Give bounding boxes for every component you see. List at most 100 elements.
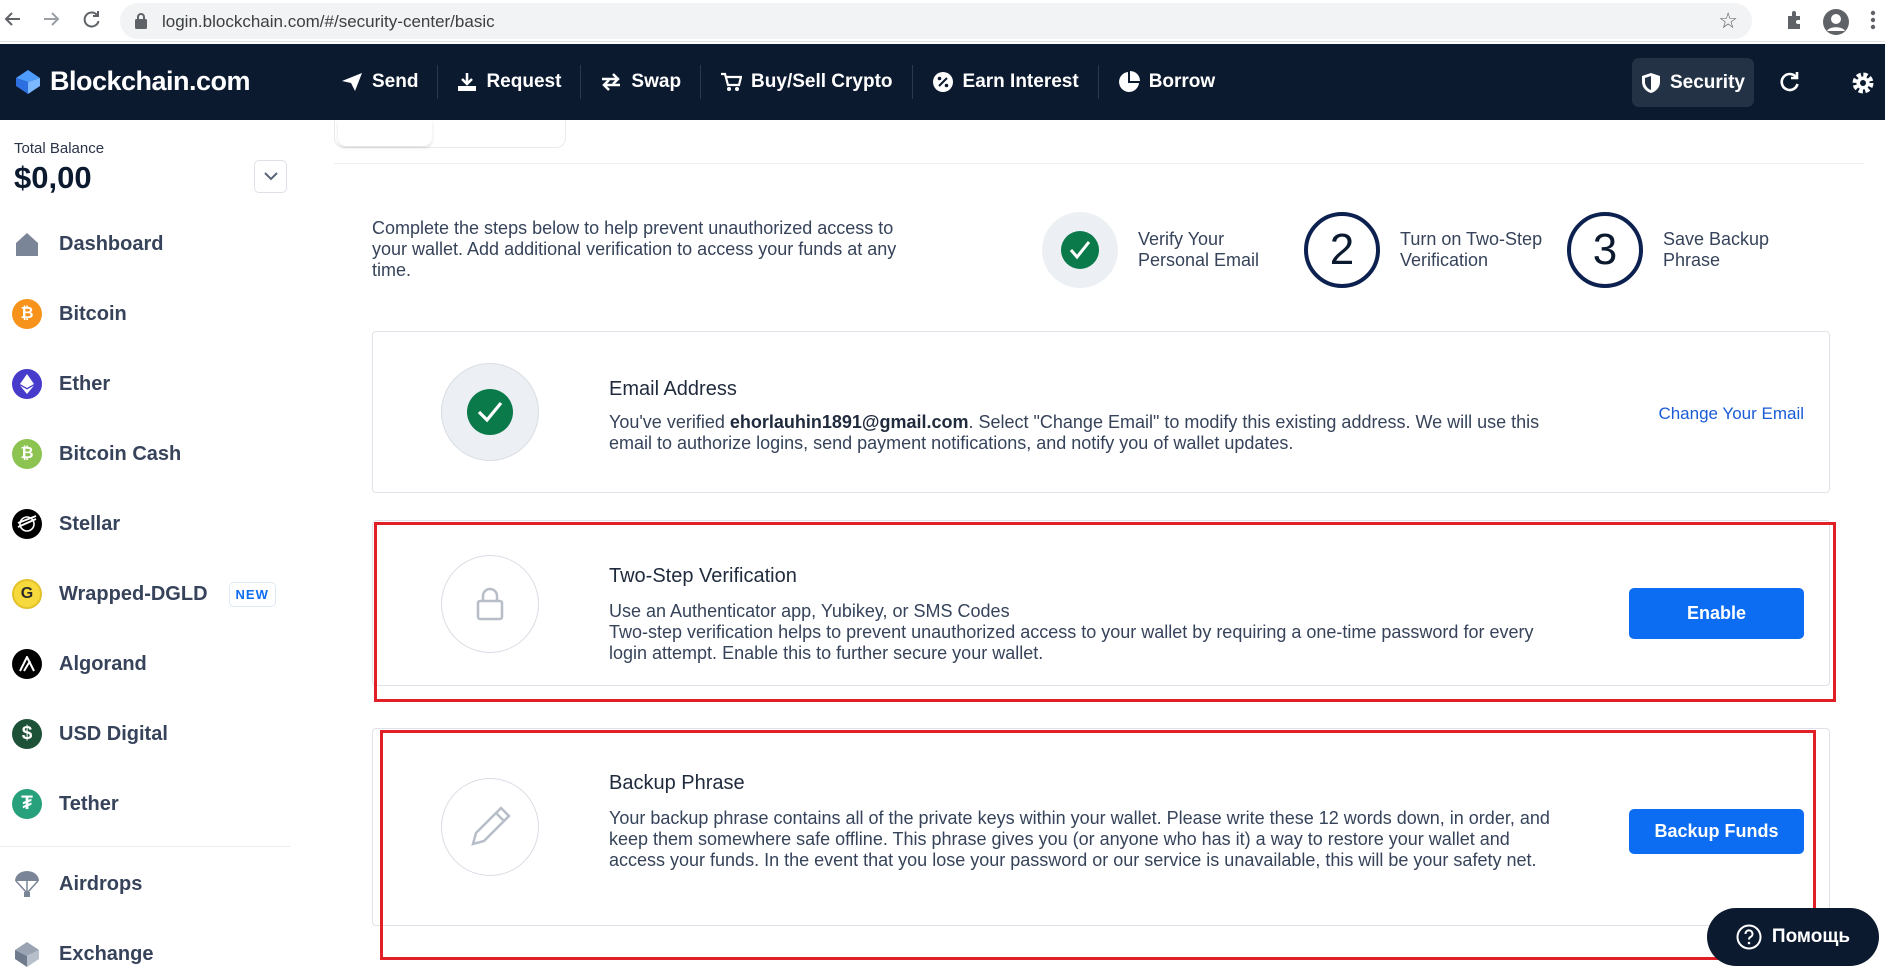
request-icon [458, 73, 477, 91]
sidebar-item-stellar[interactable]: Stellar [12, 506, 120, 542]
main-content: Complete the steps below to help prevent… [290, 120, 1885, 980]
reload-icon[interactable] [78, 8, 104, 34]
tether-icon: ₮ [12, 789, 42, 819]
usd-digital-icon: $ [12, 719, 42, 749]
change-email-link[interactable]: Change Your Email [1658, 404, 1804, 424]
sidebar-item-dashboard[interactable]: Dashboard [12, 226, 163, 262]
question-circle-icon [1736, 924, 1762, 950]
checkmark-circle-icon [1061, 231, 1099, 269]
backup-funds-button[interactable]: Backup Funds [1629, 809, 1804, 854]
total-balance-label: Total Balance [14, 140, 105, 157]
settings-gear-icon[interactable] [1850, 70, 1876, 101]
back-arrow-icon[interactable] [0, 8, 26, 34]
brand-logo[interactable]: Blockchain.com [14, 66, 251, 97]
nav-borrow-label: Borrow [1148, 71, 1216, 92]
sidebar-item-label: Bitcoin [59, 302, 127, 325]
nav-borrow[interactable]: Borrow [1099, 65, 1235, 99]
backup-card-description: Your backup phrase contains all of the p… [609, 808, 1550, 870]
dgld-icon: G [12, 579, 42, 609]
divider [334, 163, 1864, 164]
sidebar: Total Balance $0,00 Dashboard ₿ Bitcoin … [0, 120, 290, 980]
exchange-icon [15, 942, 39, 967]
two-step-line-2: Two-step verification helps to prevent u… [609, 622, 1534, 663]
step-2-label: Turn on Two-Step Verification [1400, 229, 1543, 270]
email-card-description: You've verified ehorlauhin1891@gmail.com… [609, 412, 1540, 453]
sidebar-item-label: Tether [59, 792, 119, 815]
sidebar-item-label: Bitcoin Cash [59, 442, 182, 465]
email-card-title: Email Address [609, 378, 737, 400]
balance-dropdown-button[interactable] [254, 160, 287, 193]
pencil-icon [471, 806, 511, 846]
email-verified-badge [441, 363, 539, 461]
top-nav: Send Request Swap Buy/Sell Crypto Earn I… [322, 44, 1234, 120]
nav-earn-interest-label: Earn Interest [962, 71, 1079, 92]
verified-email: ehorlauhin1891@gmail.com [729, 412, 969, 432]
sidebar-item-ether[interactable]: Ether [12, 366, 110, 402]
two-step-line-1: Use an Authenticator app, Yubikey, or SM… [609, 601, 1010, 621]
sidebar-item-label: Airdrops [59, 872, 143, 895]
sidebar-item-usd-digital[interactable]: $ USD Digital [12, 716, 168, 752]
forward-arrow-icon[interactable] [38, 8, 64, 34]
sidebar-item-label: Stellar [59, 512, 121, 535]
nav-send-label: Send [372, 71, 419, 92]
step-3-number: 3 [1567, 212, 1643, 288]
backup-phrase-card: Backup Phrase Your backup phrase contain… [372, 728, 1830, 926]
browser-toolbar: login.blockchain.com/#/security-center/b… [0, 0, 1885, 42]
sidebar-item-bitcoin[interactable]: ₿ Bitcoin [12, 296, 127, 332]
sidebar-item-tether[interactable]: ₮ Tether [12, 786, 119, 822]
lock-icon [476, 587, 504, 621]
url-text: login.blockchain.com/#/security-center/b… [162, 12, 495, 31]
step-verify-email: Verify Your Personal Email [1042, 212, 1298, 288]
percent-icon [932, 72, 953, 92]
lock-icon [134, 12, 148, 35]
security-label: Security [1670, 71, 1745, 93]
help-button[interactable]: Помощь [1707, 908, 1879, 966]
step-1-complete [1042, 212, 1118, 288]
pie-icon [1118, 71, 1140, 92]
extensions-icon[interactable] [1784, 8, 1806, 34]
two-step-card: Two-Step Verification Use an Authenticat… [372, 520, 1830, 686]
step-3-label: Save Backup Phrase [1663, 229, 1770, 270]
bookmark-star-icon[interactable]: ☆ [1718, 8, 1738, 34]
nav-swap[interactable]: Swap [581, 65, 702, 99]
step-two-step: 2 Turn on Two-Step Verification [1304, 212, 1560, 288]
nav-request[interactable]: Request [438, 65, 582, 99]
two-step-card-title: Two-Step Verification [609, 565, 797, 587]
sidebar-item-label: Exchange [59, 942, 154, 965]
sidebar-item-bitcoin-cash[interactable]: ₿ Bitcoin Cash [12, 436, 181, 472]
chevron-down-icon [263, 172, 278, 181]
bitcoin-cash-icon: ₿ [12, 439, 42, 469]
browser-menu-icon[interactable] [1870, 8, 1876, 34]
cart-icon [721, 72, 743, 91]
bitcoin-icon: ₿ [12, 299, 42, 329]
security-button[interactable]: Security [1632, 58, 1754, 107]
active-tab[interactable] [338, 120, 432, 146]
checkmark-circle-icon [467, 389, 513, 435]
parachute-icon [15, 871, 39, 897]
sidebar-item-wrapped-dgld[interactable]: G Wrapped-DGLD NEW [12, 576, 276, 612]
total-balance-value: $0,00 [14, 160, 92, 195]
shield-icon [1642, 72, 1660, 93]
profile-icon[interactable] [1822, 8, 1850, 35]
sidebar-item-algorand[interactable]: Algorand [12, 646, 147, 682]
sidebar-item-airdrops[interactable]: Airdrops [12, 866, 142, 902]
sidebar-item-label: Wrapped-DGLD [59, 582, 208, 605]
enable-button[interactable]: Enable [1629, 588, 1804, 639]
nav-swap-label: Swap [631, 71, 682, 92]
address-bar[interactable]: login.blockchain.com/#/security-center/b… [120, 3, 1752, 39]
app-header: Blockchain.com Send Request Swap Buy/Sel… [0, 44, 1885, 120]
nav-buy-sell[interactable]: Buy/Sell Crypto [701, 65, 913, 99]
refresh-icon[interactable] [1777, 70, 1801, 99]
sidebar-divider [0, 846, 290, 847]
sidebar-item-label: USD Digital [59, 722, 168, 745]
nav-earn-interest[interactable]: Earn Interest [913, 65, 1099, 99]
swap-icon [602, 73, 621, 91]
pencil-badge [441, 778, 539, 876]
nav-send[interactable]: Send [322, 65, 439, 99]
send-icon [342, 73, 362, 91]
home-icon [16, 233, 38, 256]
sidebar-item-exchange[interactable]: Exchange [12, 936, 153, 972]
sidebar-item-label: Ether [59, 372, 111, 395]
help-label: Помощь [1771, 926, 1851, 947]
brand-name: Blockchain.com [50, 66, 251, 96]
